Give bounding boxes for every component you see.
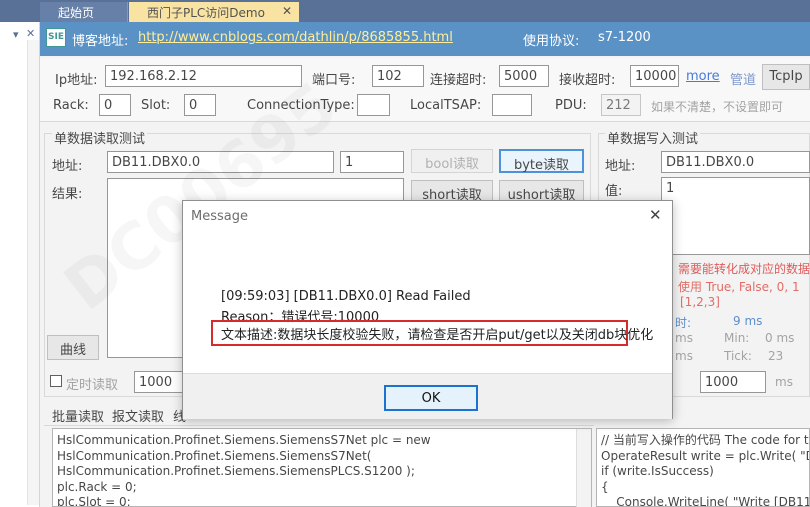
message-dialog: Message ✕ [09:59:03] [DB11.DBX0.0] Read … [182,200,673,419]
dialog-line-1: [09:59:03] [DB11.DBX0.0] Read Failed [221,289,471,304]
dialog-title: Message [191,209,248,224]
dialog-body: [09:59:03] [DB11.DBX0.0] Read Failed Rea… [183,243,672,379]
dialog-line-3: 文本描述:数据块长度校验失败，请检查是否开启put/get以及关闭db块优化 [221,328,654,343]
dialog-close-icon[interactable]: ✕ [649,206,662,224]
dialog-footer: OK [183,373,672,419]
ok-button[interactable]: OK [384,385,478,411]
